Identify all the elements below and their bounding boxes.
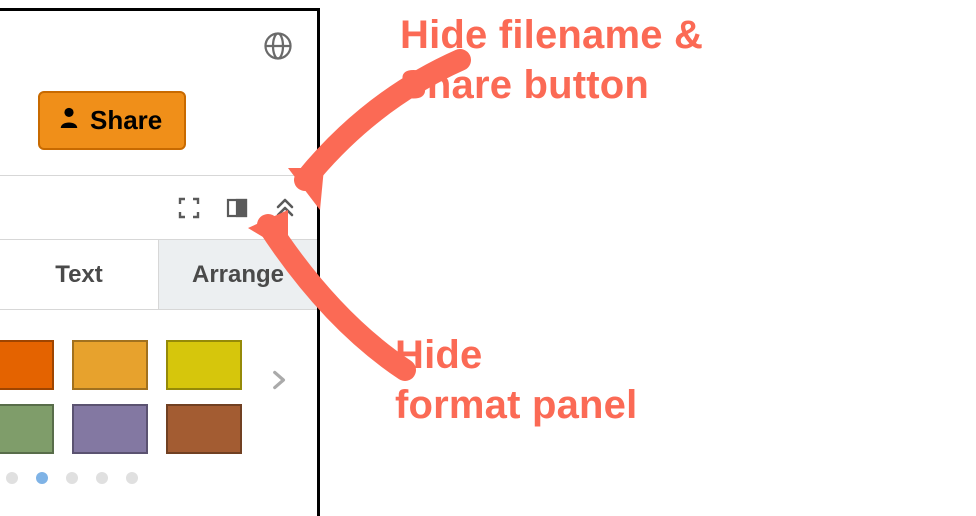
- color-swatch-area: [0, 310, 317, 484]
- annotation-hide-filename: Hide filename &Share button: [400, 10, 703, 110]
- tab-text[interactable]: Text: [0, 240, 158, 309]
- annotation-text: Hide filename &Share button: [400, 13, 703, 107]
- color-swatch[interactable]: [166, 340, 242, 390]
- color-swatch[interactable]: [72, 404, 148, 454]
- annotation-hide-format: Hideformat panel: [395, 330, 637, 430]
- dot[interactable]: [126, 472, 138, 484]
- dot[interactable]: [96, 472, 108, 484]
- dot[interactable]: [36, 472, 48, 484]
- dot[interactable]: [66, 472, 78, 484]
- chevron-right-icon[interactable]: [265, 362, 291, 403]
- panel-toggle-icon[interactable]: [221, 192, 253, 224]
- color-swatch[interactable]: [166, 404, 242, 454]
- panel-header: Share: [0, 11, 317, 176]
- person-icon: [58, 105, 80, 136]
- share-button[interactable]: Share: [38, 91, 186, 150]
- share-button-label: Share: [90, 105, 162, 136]
- color-swatch[interactable]: [0, 340, 54, 390]
- globe-icon[interactable]: [261, 29, 295, 63]
- tab-arrange[interactable]: Arrange: [158, 240, 317, 309]
- tabs: Text Arrange: [0, 240, 317, 310]
- right-panel: Share Text: [0, 8, 320, 516]
- color-swatch[interactable]: [0, 404, 54, 454]
- tab-text-label: Text: [55, 261, 103, 289]
- dot[interactable]: [6, 472, 18, 484]
- toolbar-row: [0, 176, 317, 240]
- fullscreen-icon[interactable]: [173, 192, 205, 224]
- annotation-text: Hideformat panel: [395, 333, 637, 427]
- pagination-dots: [6, 472, 317, 484]
- color-swatch[interactable]: [72, 340, 148, 390]
- collapse-chevrons-icon[interactable]: [269, 192, 301, 224]
- tab-arrange-label: Arrange: [192, 261, 284, 289]
